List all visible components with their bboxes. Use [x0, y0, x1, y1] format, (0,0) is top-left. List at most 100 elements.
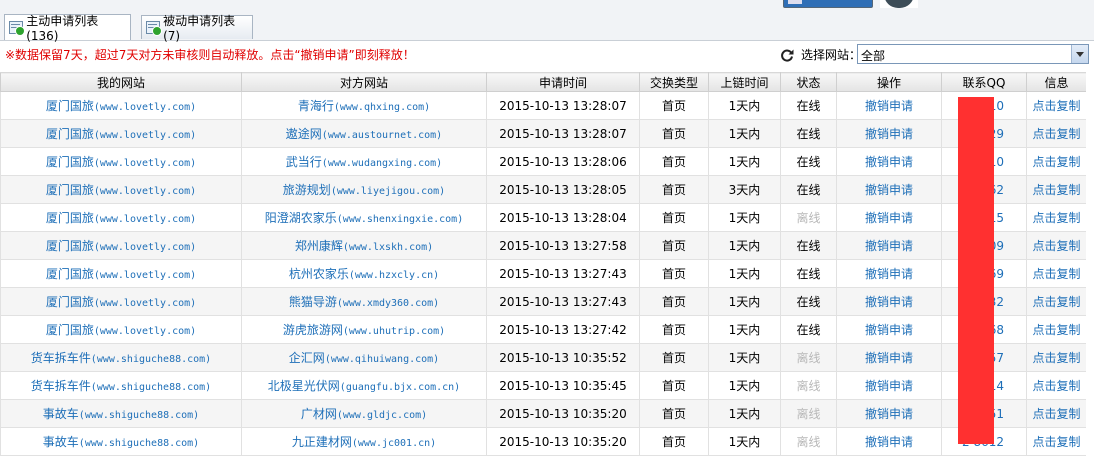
peer-site-cell[interactable]: 遨途网(www.austournet.com) — [241, 119, 487, 148]
my-site-link[interactable]: 事故车(www.shiguche88.com) — [43, 435, 199, 449]
cancel-application-link[interactable]: 撤销申请 — [865, 351, 913, 365]
copy-info-link[interactable]: 点击复制 — [1032, 267, 1080, 281]
copy-info-link[interactable]: 点击复制 — [1032, 183, 1080, 197]
peer-site-link[interactable]: 遨途网(www.austournet.com) — [286, 127, 442, 141]
peer-site-link[interactable]: 北极星光伏网(guangfu.bjx.com.cn) — [268, 379, 460, 393]
col-contact-qq[interactable]: 联系QQ — [941, 72, 1027, 92]
peer-site-link[interactable]: 武当行(www.wudangxing.com) — [286, 155, 442, 169]
cancel-application-link[interactable]: 撤销申请 — [865, 379, 913, 393]
site-filter-select[interactable]: 全部 — [857, 44, 1089, 64]
tab-passive-applications[interactable]: 被动申请列表(7) — [141, 14, 253, 43]
my-site-link[interactable]: 厦门国旅(www.lovetly.com) — [46, 267, 196, 281]
col-link-time[interactable]: 上链时间 — [708, 72, 781, 92]
peer-site-cell[interactable]: 杭州农家乐(www.hzxcly.cn) — [241, 259, 487, 288]
my-site-cell[interactable]: 厦门国旅(www.lovetly.com) — [0, 315, 242, 344]
info-cell[interactable]: 点击复制 — [1026, 427, 1087, 456]
copy-info-link[interactable]: 点击复制 — [1032, 239, 1080, 253]
action-cell[interactable]: 撤销申请 — [836, 203, 942, 232]
my-site-cell[interactable]: 厦门国旅(www.lovetly.com) — [0, 147, 242, 176]
chevron-down-icon[interactable] — [1071, 45, 1088, 63]
info-cell[interactable]: 点击复制 — [1026, 343, 1087, 372]
my-site-link[interactable]: 厦门国旅(www.lovetly.com) — [46, 239, 196, 253]
my-site-link[interactable]: 货车拆车件(www.shiguche88.com) — [31, 379, 211, 393]
cancel-application-link[interactable]: 撤销申请 — [865, 183, 913, 197]
cancel-application-link[interactable]: 撤销申请 — [865, 155, 913, 169]
cancel-application-link[interactable]: 撤销申请 — [865, 295, 913, 309]
copy-info-link[interactable]: 点击复制 — [1032, 351, 1080, 365]
cancel-application-link[interactable]: 撤销申请 — [865, 407, 913, 421]
peer-site-cell[interactable]: 企汇网(www.qihuiwang.com) — [241, 343, 487, 372]
peer-site-link[interactable]: 阳澄湖农家乐(www.shenxingxie.com) — [265, 211, 463, 225]
peer-site-link[interactable]: 青海行(www.qhxing.com) — [298, 99, 430, 113]
action-cell[interactable]: 撤销申请 — [836, 259, 942, 288]
info-cell[interactable]: 点击复制 — [1026, 119, 1087, 148]
my-site-link[interactable]: 厦门国旅(www.lovetly.com) — [46, 127, 196, 141]
top-corner-button[interactable] — [783, 0, 873, 8]
my-site-link[interactable]: 厦门国旅(www.lovetly.com) — [46, 211, 196, 225]
my-site-cell[interactable]: 厦门国旅(www.lovetly.com) — [0, 259, 242, 288]
peer-site-cell[interactable]: 熊猫导游(www.xmdy360.com) — [241, 287, 487, 316]
copy-info-link[interactable]: 点击复制 — [1032, 379, 1080, 393]
copy-info-link[interactable]: 点击复制 — [1032, 323, 1080, 337]
copy-info-link[interactable]: 点击复制 — [1032, 127, 1080, 141]
info-cell[interactable]: 点击复制 — [1026, 147, 1087, 176]
col-action[interactable]: 操作 — [836, 72, 942, 92]
cancel-application-link[interactable]: 撤销申请 — [865, 239, 913, 253]
my-site-cell[interactable]: 事故车(www.shiguche88.com) — [0, 399, 242, 428]
copy-info-link[interactable]: 点击复制 — [1032, 407, 1080, 421]
cancel-application-link[interactable]: 撤销申请 — [865, 127, 913, 141]
cancel-application-link[interactable]: 撤销申请 — [865, 99, 913, 113]
my-site-cell[interactable]: 货车拆车件(www.shiguche88.com) — [0, 371, 242, 400]
my-site-link[interactable]: 厦门国旅(www.lovetly.com) — [46, 99, 196, 113]
col-info[interactable]: 信息 — [1026, 72, 1087, 92]
user-avatar[interactable] — [880, 0, 918, 8]
my-site-link[interactable]: 事故车(www.shiguche88.com) — [43, 407, 199, 421]
my-site-cell[interactable]: 厦门国旅(www.lovetly.com) — [0, 203, 242, 232]
peer-site-cell[interactable]: 游虎旅游网(www.uhutrip.com) — [241, 315, 487, 344]
peer-site-link[interactable]: 企汇网(www.qihuiwang.com) — [289, 351, 439, 365]
peer-site-link[interactable]: 旅游规划(www.liyejigou.com) — [283, 183, 445, 197]
peer-site-cell[interactable]: 郑州康辉(www.lxskh.com) — [241, 231, 487, 260]
info-cell[interactable]: 点击复制 — [1026, 259, 1087, 288]
peer-site-link[interactable]: 熊猫导游(www.xmdy360.com) — [289, 295, 439, 309]
action-cell[interactable]: 撤销申请 — [836, 343, 942, 372]
my-site-link[interactable]: 厦门国旅(www.lovetly.com) — [46, 183, 196, 197]
my-site-cell[interactable]: 厦门国旅(www.lovetly.com) — [0, 91, 242, 120]
info-cell[interactable]: 点击复制 — [1026, 315, 1087, 344]
info-cell[interactable]: 点击复制 — [1026, 371, 1087, 400]
action-cell[interactable]: 撤销申请 — [836, 427, 942, 456]
peer-site-link[interactable]: 杭州农家乐(www.hzxcly.cn) — [289, 267, 439, 281]
cancel-application-link[interactable]: 撤销申请 — [865, 323, 913, 337]
my-site-cell[interactable]: 事故车(www.shiguche88.com) — [0, 427, 242, 456]
col-peer-site[interactable]: 对方网站 — [241, 72, 487, 92]
peer-site-cell[interactable]: 广材网(www.gldjc.com) — [241, 399, 487, 428]
my-site-link[interactable]: 厦门国旅(www.lovetly.com) — [46, 323, 196, 337]
my-site-cell[interactable]: 货车拆车件(www.shiguche88.com) — [0, 343, 242, 372]
action-cell[interactable]: 撤销申请 — [836, 315, 942, 344]
my-site-link[interactable]: 货车拆车件(www.shiguche88.com) — [31, 351, 211, 365]
peer-site-cell[interactable]: 武当行(www.wudangxing.com) — [241, 147, 487, 176]
my-site-cell[interactable]: 厦门国旅(www.lovetly.com) — [0, 119, 242, 148]
copy-info-link[interactable]: 点击复制 — [1032, 211, 1080, 225]
action-cell[interactable]: 撤销申请 — [836, 371, 942, 400]
action-cell[interactable]: 撤销申请 — [836, 147, 942, 176]
cancel-application-link[interactable]: 撤销申请 — [865, 211, 913, 225]
action-cell[interactable]: 撤销申请 — [836, 231, 942, 260]
cancel-application-link[interactable]: 撤销申请 — [865, 435, 913, 449]
my-site-link[interactable]: 厦门国旅(www.lovetly.com) — [46, 295, 196, 309]
action-cell[interactable]: 撤销申请 — [836, 119, 942, 148]
peer-site-cell[interactable]: 阳澄湖农家乐(www.shenxingxie.com) — [241, 203, 487, 232]
col-exchange-type[interactable]: 交换类型 — [639, 72, 709, 92]
action-cell[interactable]: 撤销申请 — [836, 287, 942, 316]
peer-site-cell[interactable]: 旅游规划(www.liyejigou.com) — [241, 175, 487, 204]
info-cell[interactable]: 点击复制 — [1026, 231, 1087, 260]
peer-site-cell[interactable]: 九正建材网(www.jc001.cn) — [241, 427, 487, 456]
info-cell[interactable]: 点击复制 — [1026, 203, 1087, 232]
info-cell[interactable]: 点击复制 — [1026, 399, 1087, 428]
action-cell[interactable]: 撤销申请 — [836, 91, 942, 120]
peer-site-cell[interactable]: 北极星光伏网(guangfu.bjx.com.cn) — [241, 371, 487, 400]
my-site-cell[interactable]: 厦门国旅(www.lovetly.com) — [0, 287, 242, 316]
action-cell[interactable]: 撤销申请 — [836, 399, 942, 428]
tab-active-applications[interactable]: 主动申请列表(136) — [4, 14, 131, 43]
my-site-cell[interactable]: 厦门国旅(www.lovetly.com) — [0, 231, 242, 260]
